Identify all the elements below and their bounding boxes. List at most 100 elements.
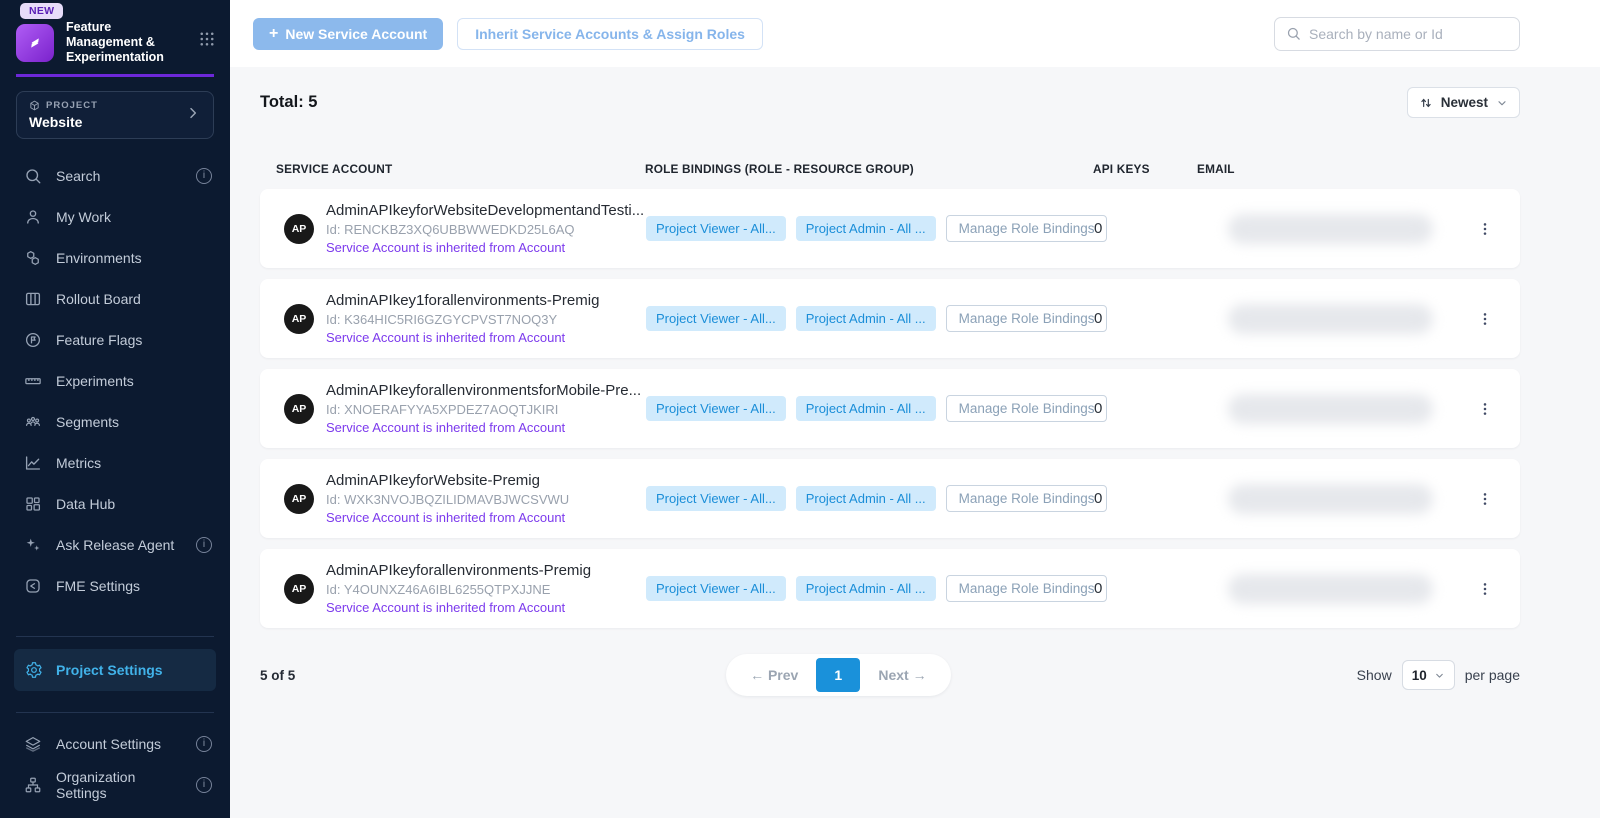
sidebar-item-feature-flags[interactable]: Feature Flags <box>0 319 230 360</box>
page-size-select[interactable]: 10 <box>1402 660 1455 690</box>
project-label: PROJECT <box>46 100 98 111</box>
email-redacted-blur <box>1228 214 1433 244</box>
pagination: 5 of 5 ← Prev 1 Next → Show 10 per page <box>260 654 1520 696</box>
sidebar-item-data-hub[interactable]: Data Hub <box>0 483 230 524</box>
role-badge-viewer: Project Viewer - All... <box>646 396 786 421</box>
content: Total: 5 Newest SERVICE ACCOUNT ROLE BIN… <box>230 67 1600 696</box>
service-account-name: AdminAPIkey1forallenvironments-Premig <box>326 292 646 309</box>
sidebar-item-organization-settings[interactable]: Organization Settings i <box>0 764 230 805</box>
app-logo-icon <box>16 24 54 62</box>
role-badge-viewer: Project Viewer - All... <box>646 306 786 331</box>
sidebar-item-fme-settings[interactable]: FME Settings <box>0 565 230 606</box>
flag-circle-icon <box>24 331 42 349</box>
role-badge-admin: Project Admin - All ... <box>796 486 936 511</box>
search-icon <box>1286 26 1301 41</box>
email-redacted-blur <box>1228 484 1433 514</box>
sidebar-item-metrics[interactable]: Metrics <box>0 442 230 483</box>
new-service-account-label: New Service Account <box>285 26 427 42</box>
inherit-service-accounts-button[interactable]: Inherit Service Accounts & Assign Roles <box>457 18 763 50</box>
column-email: EMAIL <box>1197 162 1470 176</box>
service-account-list: AP AdminAPIkeyforWebsiteDevelopmentandTe… <box>260 189 1520 628</box>
kebab-menu-icon[interactable] <box>1470 311 1500 327</box>
sidebar-item-label: Project Settings <box>56 662 163 678</box>
sidebar-item-label: Organization Settings <box>56 769 182 801</box>
sidebar-item-account-settings[interactable]: Account Settings i <box>0 723 230 764</box>
page-size-value: 10 <box>1412 668 1427 683</box>
project-name: Website <box>29 114 98 130</box>
search-box <box>1274 17 1520 51</box>
search-icon <box>24 167 42 185</box>
kebab-menu-icon[interactable] <box>1470 221 1500 237</box>
service-account-name: AdminAPIkeyforallenvironments-Premig <box>326 562 646 579</box>
role-badge-admin: Project Admin - All ... <box>796 396 936 421</box>
role-badge-admin: Project Admin - All ... <box>796 576 936 601</box>
current-page-button[interactable]: 1 <box>816 658 860 692</box>
sidebar-item-label: My Work <box>56 209 111 225</box>
sidebar-item-environments[interactable]: Environments <box>0 237 230 278</box>
sidebar-item-label: Experiments <box>56 373 134 389</box>
manage-role-bindings-button[interactable]: Manage Role Bindings <box>946 485 1108 512</box>
brand-block: NEW Feature Management & Experimentation <box>0 0 230 65</box>
gear-icon <box>25 661 43 679</box>
project-cube-icon <box>29 100 40 111</box>
avatar: AP <box>284 394 314 424</box>
layers-icon <box>24 735 42 753</box>
search-input[interactable] <box>1309 26 1508 42</box>
api-keys-count: 0 <box>1094 490 1198 507</box>
manage-role-bindings-button[interactable]: Manage Role Bindings <box>946 215 1108 242</box>
table-row: AP AdminAPIkeyforallenvironments-Premig … <box>260 549 1520 628</box>
sidebar-item-label: Ask Release Agent <box>56 537 174 553</box>
sidebar-nav: Search i My Work Environments Rollout Bo… <box>0 155 230 606</box>
manage-role-bindings-button[interactable]: Manage Role Bindings <box>946 575 1108 602</box>
avatar: AP <box>284 574 314 604</box>
sidebar-item-label: Account Settings <box>56 736 161 752</box>
inherited-note: Service Account is inherited from Accoun… <box>326 330 646 345</box>
sidebar-item-ask-release-agent[interactable]: Ask Release Agent i <box>0 524 230 565</box>
app-title: Feature Management & Experimentation <box>66 20 178 65</box>
next-page-button[interactable]: Next → <box>860 667 944 683</box>
kebab-menu-icon[interactable] <box>1470 401 1500 417</box>
role-badge-admin: Project Admin - All ... <box>796 306 936 331</box>
org-chart-icon <box>24 776 42 794</box>
table-row: AP AdminAPIkeyforWebsite-Premig Id: WXK3… <box>260 459 1520 538</box>
info-icon: i <box>196 777 212 793</box>
pagination-summary: 5 of 5 <box>260 668 440 683</box>
sidebar-item-rollout-board[interactable]: Rollout Board <box>0 278 230 319</box>
sidebar-item-experiments[interactable]: Experiments <box>0 360 230 401</box>
line-chart-icon <box>24 454 42 472</box>
sort-value: Newest <box>1441 95 1488 110</box>
inherited-note: Service Account is inherited from Accoun… <box>326 240 646 255</box>
chevron-down-icon <box>1434 670 1445 681</box>
table-row: AP AdminAPIkeyforallenvironmentsforMobil… <box>260 369 1520 448</box>
sort-dropdown[interactable]: Newest <box>1407 87 1520 118</box>
table-row: AP AdminAPIkeyforWebsiteDevelopmentandTe… <box>260 189 1520 268</box>
api-keys-count: 0 <box>1094 220 1198 237</box>
sidebar: NEW Feature Management & Experimentation… <box>0 0 230 818</box>
sidebar-item-label: FME Settings <box>56 578 140 594</box>
column-service-account: SERVICE ACCOUNT <box>276 162 645 176</box>
pagination-pill: ← Prev 1 Next → <box>726 654 950 696</box>
email-redacted-blur <box>1228 304 1433 334</box>
kebab-menu-icon[interactable] <box>1470 491 1500 507</box>
ruler-icon <box>24 372 42 390</box>
manage-role-bindings-button[interactable]: Manage Role Bindings <box>946 305 1108 332</box>
sidebar-item-search[interactable]: Search i <box>0 155 230 196</box>
board-columns-icon <box>24 290 42 308</box>
sidebar-item-segments[interactable]: Segments <box>0 401 230 442</box>
new-service-account-button[interactable]: + New Service Account <box>253 18 443 50</box>
kebab-menu-icon[interactable] <box>1470 581 1500 597</box>
sidebar-item-my-work[interactable]: My Work <box>0 196 230 237</box>
inherited-note: Service Account is inherited from Accoun… <box>326 510 646 525</box>
project-selector[interactable]: PROJECT Website <box>16 91 214 139</box>
sidebar-item-project-settings[interactable]: Project Settings <box>14 649 216 691</box>
prev-page-button[interactable]: ← Prev <box>732 667 816 683</box>
inherited-note: Service Account is inherited from Accoun… <box>326 600 646 615</box>
role-badge-viewer: Project Viewer - All... <box>646 216 786 241</box>
table-header: SERVICE ACCOUNT ROLE BINDINGS (ROLE - RE… <box>260 162 1520 176</box>
sidebar-item-label: Segments <box>56 414 119 430</box>
manage-role-bindings-button[interactable]: Manage Role Bindings <box>946 395 1108 422</box>
service-account-id: Id: RENCKBZ3XQ6UBBWWEDKD25L6AQ <box>326 222 646 237</box>
info-icon: i <box>196 168 212 184</box>
apps-grid-icon[interactable] <box>198 30 216 65</box>
sidebar-item-label: Metrics <box>56 455 101 471</box>
